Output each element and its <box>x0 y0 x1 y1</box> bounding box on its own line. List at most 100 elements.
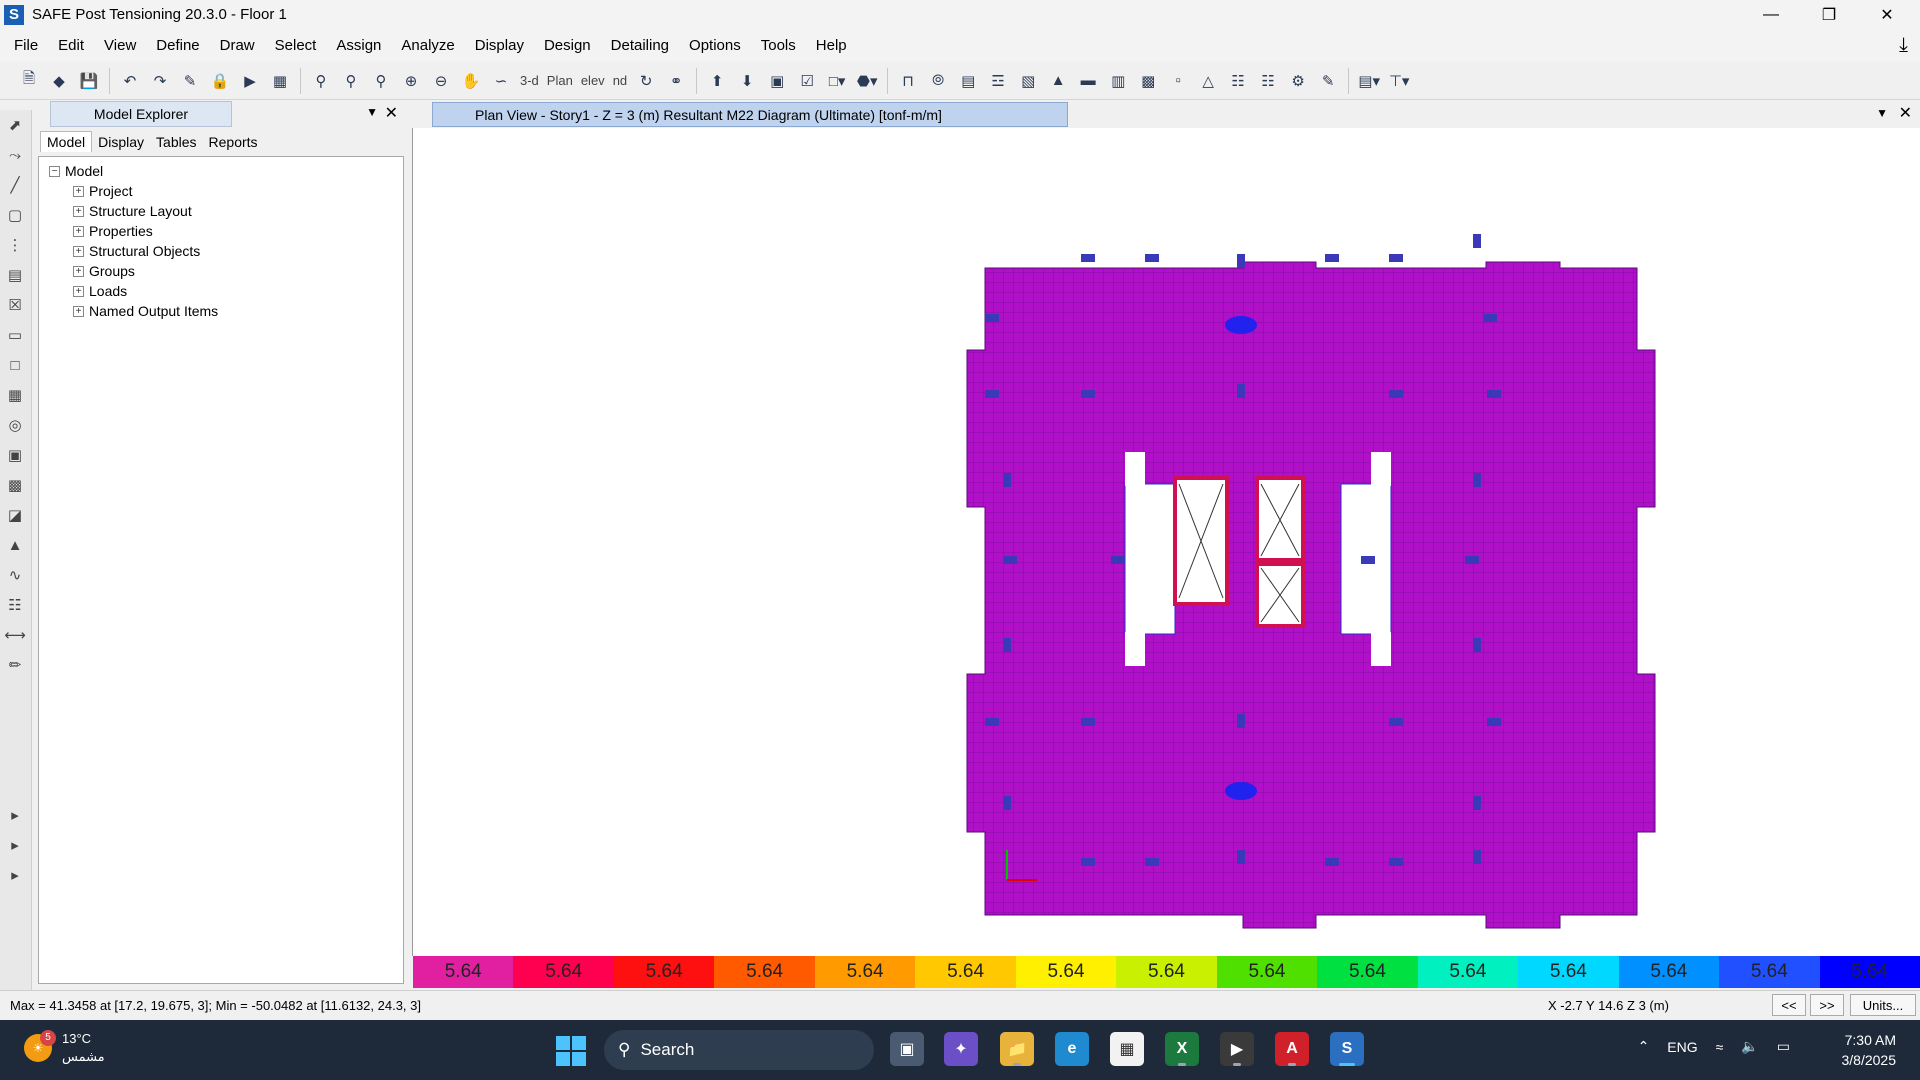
expand-icon[interactable]: + <box>73 245 84 257</box>
move-down-icon[interactable]: ⬇ <box>734 68 760 94</box>
edge-browser-icon[interactable]: e <box>1055 1032 1089 1066</box>
perspective-icon[interactable]: ⚭ <box>663 68 689 94</box>
zoom-in-icon[interactable]: ⊕ <box>398 68 424 94</box>
tree-node-structural-objects[interactable]: + Structural Objects <box>39 241 403 261</box>
draw-beam-icon[interactable]: ⊓ <box>895 68 921 94</box>
expand-icon[interactable]: + <box>73 225 84 237</box>
check-icon[interactable]: ☑ <box>794 68 820 94</box>
draw-beam-tool-icon[interactable]: ▢ <box>0 200 30 230</box>
draw-opening-icon[interactable]: ▦ <box>0 380 30 410</box>
new-file-icon[interactable]: 🗎 <box>16 68 42 94</box>
select-all-icon[interactable]: ▣ <box>764 68 790 94</box>
copilot-icon[interactable]: ✦ <box>944 1032 978 1066</box>
pencil-icon[interactable]: ✎ <box>177 68 203 94</box>
expand-icon[interactable]: + <box>73 185 84 197</box>
safe-taskbar-icon[interactable]: S <box>1330 1032 1364 1066</box>
show-tables-icon[interactable]: ☷ <box>1255 68 1281 94</box>
slab-moment-contour-plot[interactable] <box>413 128 1920 956</box>
draw-support-tool-icon[interactable]: ▩ <box>0 470 30 500</box>
plan-view-tab[interactable]: Plan View - Story1 - Z = 3 (m) Resultant… <box>432 102 1068 127</box>
battery-icon[interactable]: ▭ <box>1777 1038 1790 1055</box>
close-icon[interactable]: ✕ <box>1899 103 1912 123</box>
reshape-icon[interactable]: ⤳ <box>0 140 30 170</box>
undo-icon[interactable]: ↶ <box>117 68 143 94</box>
download-icon[interactable]: ⤓ <box>1899 34 1908 57</box>
zoom-previous-icon[interactable]: ⚲ <box>368 68 394 94</box>
units-button[interactable]: Units... <box>1850 994 1916 1016</box>
excel-icon[interactable]: X <box>1165 1032 1199 1066</box>
draw-strip-icon[interactable]: ☷ <box>0 590 30 620</box>
collapse-icon[interactable]: − <box>49 165 60 177</box>
lock-icon[interactable]: 🔒 <box>207 68 233 94</box>
store-icon[interactable]: ▦ <box>1110 1032 1144 1066</box>
rubber-band-icon[interactable]: ∽ <box>488 68 514 94</box>
tree-node-loads[interactable]: + Loads <box>39 281 403 301</box>
draw-column-tool-icon[interactable]: ▣ <box>0 440 30 470</box>
menu-edit[interactable]: Edit <box>48 37 94 54</box>
view-plan-button[interactable]: Plan <box>545 73 575 88</box>
clock[interactable]: 7:30 AM 3/8/2025 <box>1842 1030 1897 1070</box>
design-run-icon[interactable]: ✎ <box>1315 68 1341 94</box>
show-slab-forces-icon[interactable]: ▩ <box>1135 68 1161 94</box>
show-forces-icon[interactable]: ▬ <box>1075 68 1101 94</box>
redo-icon[interactable]: ↷ <box>147 68 173 94</box>
weather-widget[interactable]: ☀ 5 13°C مشمس <box>24 1030 105 1066</box>
show-punching-icon[interactable]: △ <box>1195 68 1221 94</box>
draw-rect-slab-icon[interactable]: □ <box>0 350 30 380</box>
menu-help[interactable]: Help <box>806 37 857 54</box>
expand-icon[interactable]: + <box>73 265 84 277</box>
object-shrink-icon[interactable]: □▾ <box>824 68 850 94</box>
menu-display[interactable]: Display <box>465 37 534 54</box>
detailing-icon[interactable]: ▤▾ <box>1356 68 1382 94</box>
measure-icon[interactable]: ✏ <box>0 650 30 680</box>
file-explorer-icon[interactable]: 📁 <box>1000 1032 1034 1066</box>
menu-select[interactable]: Select <box>265 37 327 54</box>
tab-display[interactable]: Display <box>92 132 150 152</box>
tree-node-project[interactable]: + Project <box>39 181 403 201</box>
zoom-window-icon[interactable]: ⚲ <box>308 68 334 94</box>
language-indicator[interactable]: ENG <box>1667 1039 1697 1055</box>
show-deformed-icon[interactable]: ▲ <box>1045 68 1071 94</box>
expand-icon[interactable]: + <box>73 305 84 317</box>
next-button[interactable]: >> <box>1810 994 1844 1016</box>
view-elev-button[interactable]: elev <box>579 73 607 88</box>
tab-model[interactable]: Model <box>40 131 93 152</box>
run-analysis-icon[interactable]: ▶ <box>237 68 263 94</box>
menu-define[interactable]: Define <box>146 37 209 54</box>
dropdown-arrow-icon[interactable]: ▼ <box>1876 106 1888 120</box>
dimension-icon[interactable]: ⟷ <box>0 620 30 650</box>
windows-start-icon[interactable] <box>556 1036 586 1066</box>
menu-detailing[interactable]: Detailing <box>601 37 679 54</box>
show-diagram-icon[interactable]: ▥ <box>1105 68 1131 94</box>
draw-line-icon[interactable]: ╱ <box>0 170 30 200</box>
draw-slab-icon[interactable]: ▭ <box>0 320 30 350</box>
close-window-button[interactable]: ✕ <box>1858 0 1916 29</box>
select-previous-icon[interactable]: ▸ <box>0 830 30 860</box>
menu-draw[interactable]: Draw <box>210 37 265 54</box>
tree-node-groups[interactable]: + Groups <box>39 261 403 281</box>
draw-drop-icon[interactable]: ◎ <box>0 410 30 440</box>
tree-node-structure-layout[interactable]: + Structure Layout <box>39 201 403 221</box>
select-all-icon-left[interactable]: ▸ <box>0 800 30 830</box>
view-3d-button[interactable]: 3-d <box>518 73 541 88</box>
tree-node-model[interactable]: − Model <box>39 161 403 181</box>
draw-wall-tool-icon[interactable]: ⋮ <box>0 230 30 260</box>
tree-node-named-output-items[interactable]: + Named Output Items <box>39 301 403 321</box>
menu-tools[interactable]: Tools <box>751 37 806 54</box>
draw-curve-icon[interactable]: ∿ <box>0 560 30 590</box>
wifi-icon[interactable]: ≈ <box>1716 1039 1724 1055</box>
menu-view[interactable]: View <box>94 37 146 54</box>
draw-support-icon[interactable]: ▧ <box>1015 68 1041 94</box>
menu-assign[interactable]: Assign <box>326 37 391 54</box>
plan-view-canvas[interactable] <box>412 128 1920 956</box>
autocad-icon[interactable]: A <box>1275 1032 1309 1066</box>
media-player-icon[interactable]: ▶ <box>1220 1032 1254 1066</box>
move-up-icon[interactable]: ⬆ <box>704 68 730 94</box>
tree-node-properties[interactable]: + Properties <box>39 221 403 241</box>
rotate-view-icon[interactable]: ↻ <box>633 68 659 94</box>
dropdown-arrow-icon[interactable]: ▼ <box>366 105 378 119</box>
clear-selection-icon[interactable]: ▸ <box>0 860 30 890</box>
draw-wall-icon[interactable]: ▤ <box>955 68 981 94</box>
speaker-icon[interactable]: 🔈 <box>1741 1038 1758 1055</box>
zoom-out-icon[interactable]: ⊖ <box>428 68 454 94</box>
